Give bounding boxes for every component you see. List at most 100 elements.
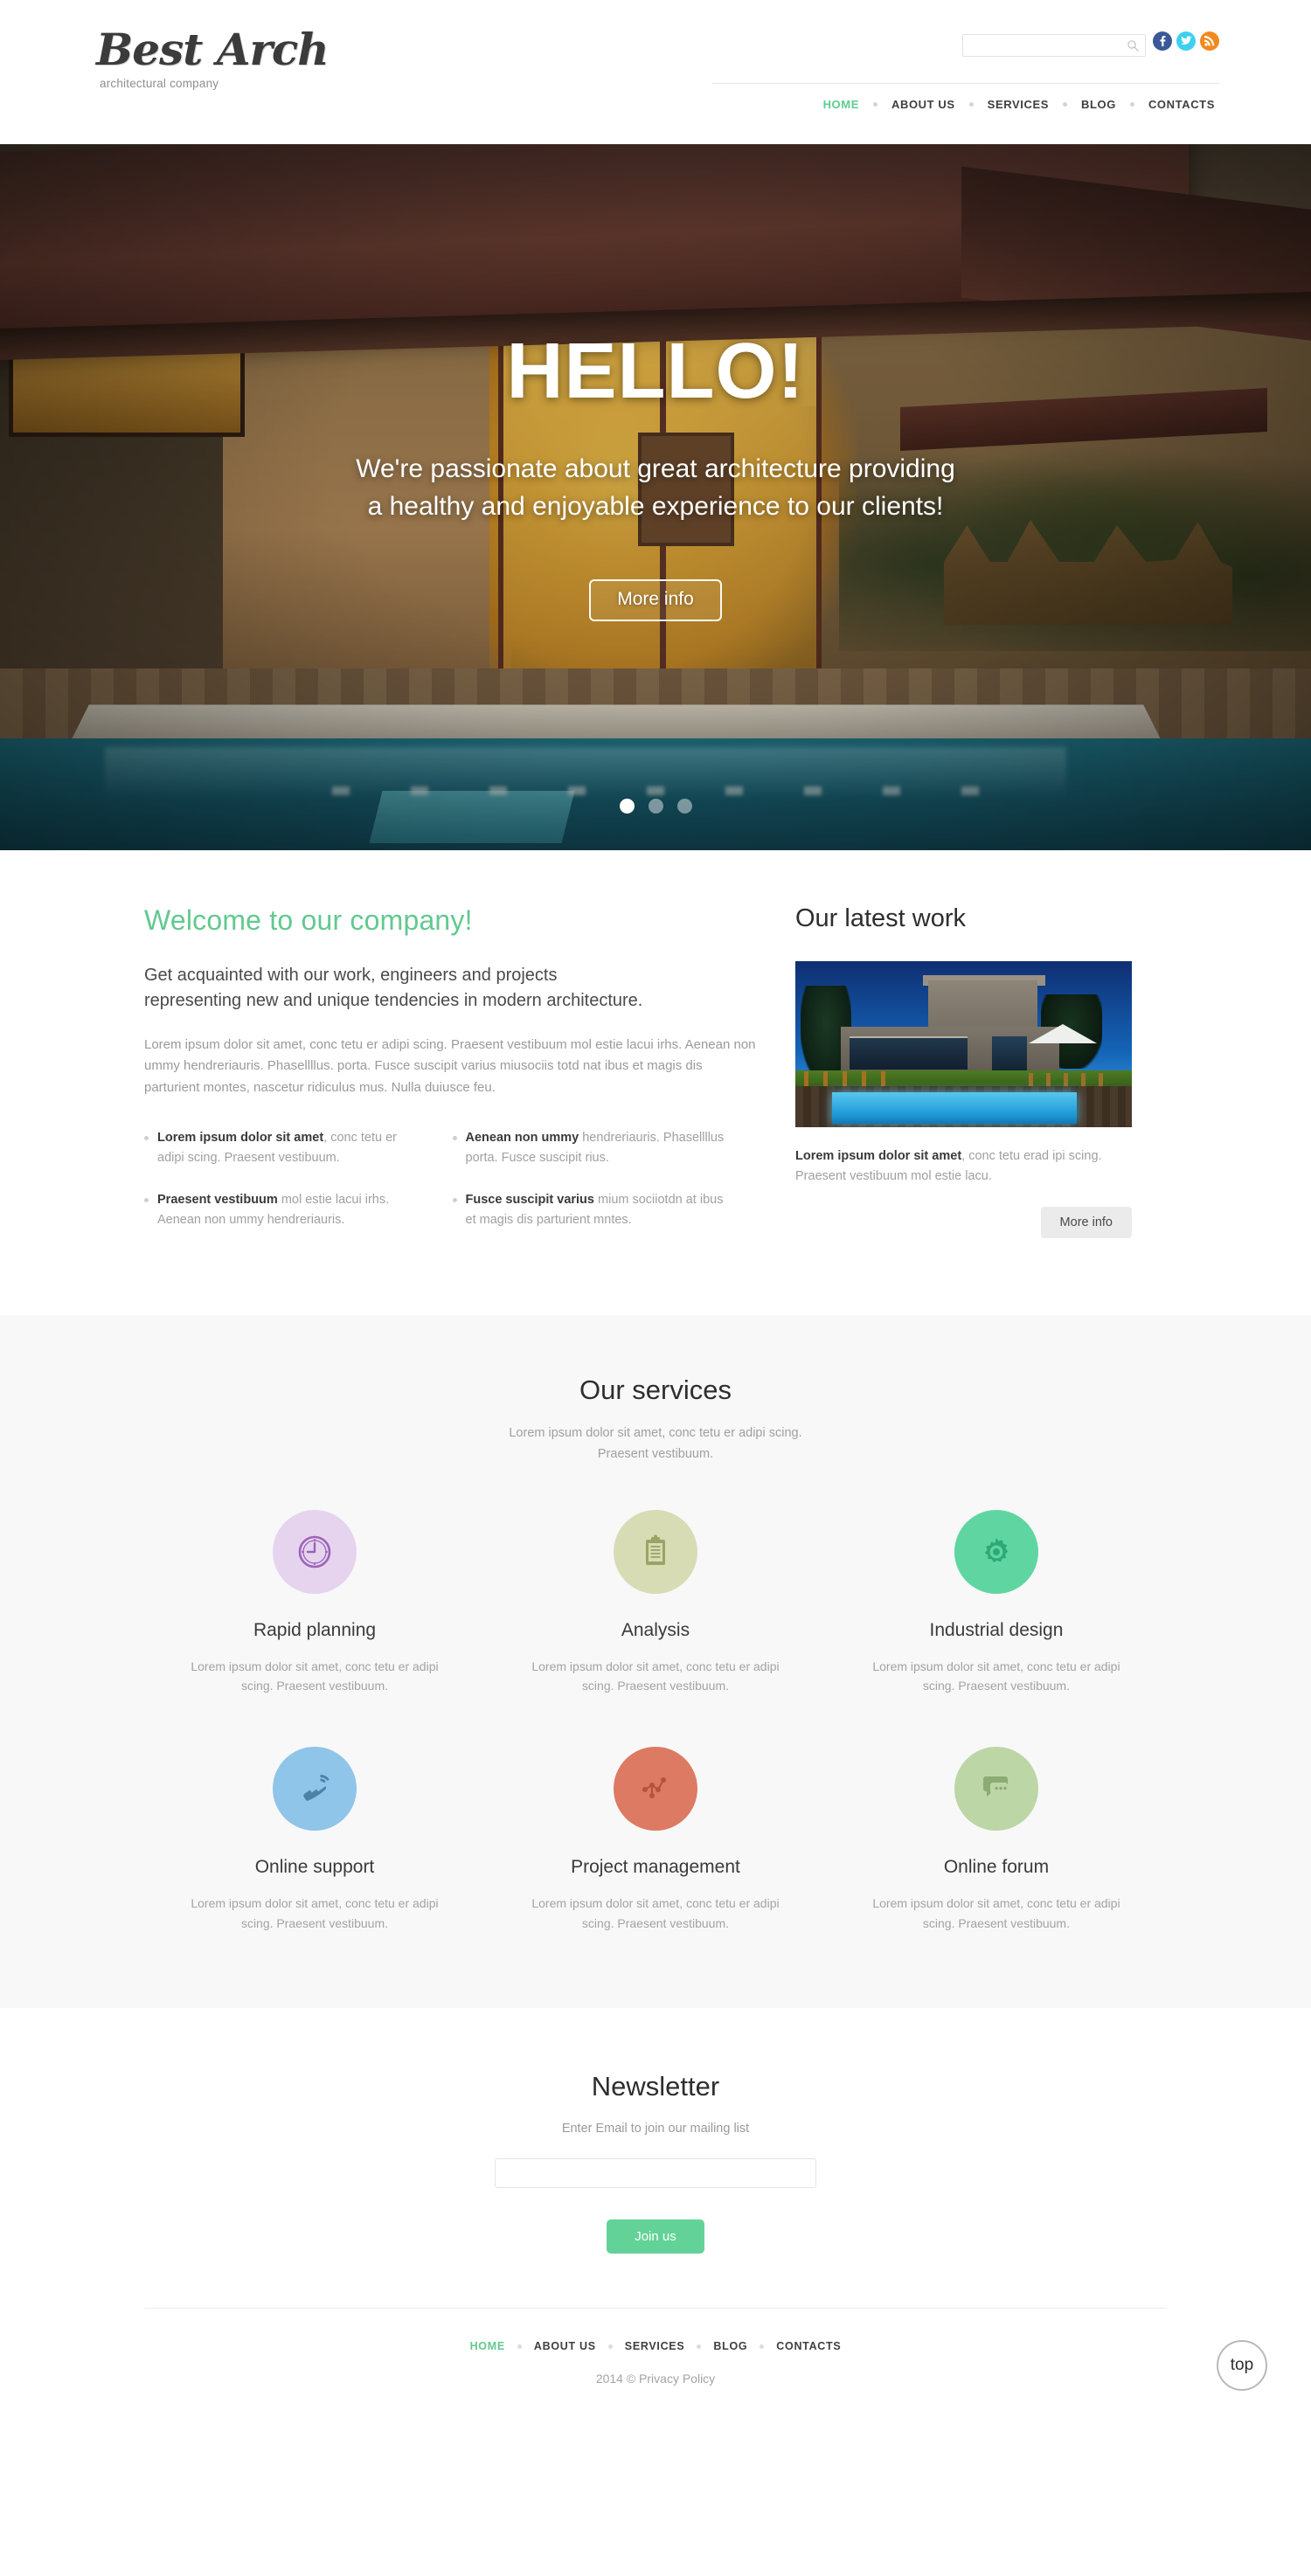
service-icon-circle — [613, 1747, 697, 1832]
service-title: Project management — [571, 1857, 740, 1878]
logo-tagline: architectural company — [100, 77, 219, 90]
main-nav: HOME ABOUT US SERVICES BLOG CONTACTS — [823, 98, 1215, 111]
nav-item-blog[interactable]: BLOG — [1081, 98, 1116, 111]
header-right: HOME ABOUT US SERVICES BLOG CONTACTS — [712, 0, 1219, 144]
bullet-bold: Lorem ipsum dolor sit amet — [157, 1130, 324, 1145]
service-card-online-support[interactable]: Online support Lorem ipsum dolor sit ame… — [144, 1747, 485, 1933]
service-description: Lorem ipsum dolor sit amet, conc tetu er… — [872, 1896, 1120, 1930]
nav-item-about-us[interactable]: ABOUT US — [891, 98, 955, 111]
hero-more-info-button[interactable]: More info — [589, 579, 722, 622]
service-card-rapid-planning[interactable]: Rapid planning Lorem ipsum dolor sit ame… — [144, 1509, 485, 1696]
newsletter-section: Newsletter Enter Email to join our maili… — [0, 2008, 1311, 2309]
service-card-analysis[interactable]: Analysis Lorem ipsum dolor sit amet, con… — [485, 1509, 826, 1696]
hero-slider: HELLO! We're passionate about great arch… — [0, 144, 1311, 850]
footer-nav-item-services[interactable]: SERVICES — [625, 2340, 685, 2352]
copyright-text: 2014 © Privacy Policy — [595, 2372, 716, 2386]
service-title: Rapid planning — [253, 1619, 377, 1640]
rss-icon[interactable] — [1200, 31, 1219, 51]
site-footer: HOME ABOUT US SERVICES BLOG CONTACTS 201… — [0, 2308, 1311, 2432]
bullet-bold: Aenean non ummy — [465, 1130, 579, 1145]
footer-nav-item-about-us[interactable]: ABOUT US — [534, 2340, 596, 2352]
bullet-bold: Praesent vestibuum — [157, 1193, 278, 1208]
nav-item-home[interactable]: HOME — [823, 98, 859, 111]
search-input[interactable] — [968, 35, 1124, 56]
footer-nav-item-home[interactable]: HOME — [470, 2340, 505, 2352]
list-item: Praesent vestibuum mol estie lacui irhs.… — [144, 1190, 453, 1229]
page-root: Best Arch architectural company HOME ABO… — [0, 0, 1311, 2432]
nav-separator-dot — [1062, 102, 1067, 107]
nav-item-contacts[interactable]: CONTACTS — [1148, 98, 1215, 111]
bullet-bold: Fusce suscipit varius — [465, 1193, 594, 1208]
clipboard-icon — [645, 1534, 665, 1565]
services-subtitle: Lorem ipsum dolor sit amet, conc tetu er… — [144, 1423, 1167, 1464]
service-card-industrial-design[interactable]: Industrial design Lorem ipsum dolor sit … — [826, 1509, 1167, 1696]
services-row-2: Online support Lorem ipsum dolor sit ame… — [144, 1747, 1167, 1933]
service-title: Industrial design — [929, 1619, 1064, 1640]
list-item: Aenean non ummy hendreriauris. Phasellll… — [452, 1128, 761, 1167]
bullet-dot-icon — [144, 1198, 149, 1203]
logo-title: Best Arch — [96, 24, 329, 75]
service-description: Lorem ipsum dolor sit amet, conc tetu er… — [872, 1658, 1120, 1693]
latest-work-more-info-button[interactable]: More info — [1040, 1206, 1132, 1238]
footer-nav-item-blog[interactable]: BLOG — [713, 2340, 747, 2352]
hero-content: HELLO! We're passionate about great arch… — [0, 144, 1311, 850]
service-icon-circle — [272, 1509, 357, 1594]
bullet-dot-icon — [452, 1135, 457, 1140]
latest-work-image[interactable] — [795, 961, 1132, 1127]
gear-icon — [984, 1537, 1009, 1562]
list-item: Fusce suscipit varius mium sociiotdn at … — [452, 1190, 761, 1229]
service-icon-circle — [613, 1509, 697, 1594]
services-subtitle-line-2: Praesent vestibuum. — [597, 1446, 714, 1461]
phone-ringing-icon — [303, 1775, 329, 1801]
latest-work-column: Our latest work Lorem ipsum dolor sit am… — [795, 904, 1132, 1252]
nav-separator-dot — [872, 102, 877, 107]
latest-work-heading: Our latest work — [795, 904, 966, 932]
header-divider — [712, 83, 1219, 84]
hero-subtitle: We're passionate about great architectur… — [356, 451, 955, 525]
search-form[interactable] — [962, 34, 1146, 57]
service-icon-circle — [954, 1747, 1038, 1832]
hero-title: HELLO! — [506, 328, 805, 415]
service-icon-circle — [954, 1509, 1038, 1594]
nav-separator-dot — [1129, 102, 1134, 107]
welcome-heading: Welcome to our company! — [144, 904, 473, 936]
hero-subtitle-line-1: We're passionate about great architectur… — [356, 454, 955, 483]
footer-nav-separator-dot — [607, 2344, 613, 2349]
services-row-1: Rapid planning Lorem ipsum dolor sit ame… — [144, 1509, 1167, 1696]
service-title: Analysis — [621, 1619, 690, 1640]
newsletter-join-button[interactable]: Join us — [607, 2219, 704, 2254]
service-card-project-management[interactable]: Project management Lorem ipsum dolor sit… — [485, 1747, 826, 1933]
nav-item-services[interactable]: SERVICES — [988, 98, 1049, 111]
services-subtitle-line-1: Lorem ipsum dolor sit amet, conc tetu er… — [509, 1426, 802, 1441]
service-description: Lorem ipsum dolor sit amet, conc tetu er… — [191, 1658, 439, 1693]
newsletter-subtitle: Enter Email to join our mailing list — [561, 2122, 750, 2136]
search-box[interactable] — [962, 34, 1146, 57]
hero-subtitle-line-2: a healthy and enjoyable experience to ou… — [367, 491, 944, 521]
footer-nav-item-contacts[interactable]: CONTACTS — [776, 2340, 841, 2352]
footer-nav: HOME ABOUT US SERVICES BLOG CONTACTS — [0, 2340, 1311, 2352]
service-card-online-forum[interactable]: Online forum Lorem ipsum dolor sit amet,… — [826, 1747, 1167, 1933]
service-icon-circle — [272, 1747, 357, 1832]
back-to-top-button[interactable]: top — [1217, 2340, 1267, 2392]
welcome-lead: Get acquainted with our work, engineers … — [144, 963, 760, 1014]
welcome-bullet-list: Lorem ipsum dolor sit amet, conc tetu er… — [144, 1128, 760, 1252]
twitter-icon[interactable] — [1176, 31, 1196, 51]
welcome-column: Welcome to our company! Get acquainted w… — [144, 904, 795, 1252]
footer-nav-separator-dot — [760, 2344, 765, 2349]
service-title: Online support — [254, 1857, 375, 1878]
latest-work-caption-bold: Lorem ipsum dolor sit amet — [795, 1149, 962, 1163]
service-description: Lorem ipsum dolor sit amet, conc tetu er… — [531, 1658, 780, 1693]
search-icon[interactable] — [1127, 39, 1140, 52]
service-title: Online forum — [943, 1857, 1050, 1878]
list-item: Lorem ipsum dolor sit amet, conc tetu er… — [144, 1128, 453, 1167]
nav-separator-dot — [968, 102, 974, 107]
network-nodes-icon — [642, 1777, 666, 1799]
service-description: Lorem ipsum dolor sit amet, conc tetu er… — [191, 1896, 439, 1930]
site-logo[interactable]: Best Arch architectural company — [96, 24, 329, 91]
services-section: Our services Lorem ipsum dolor sit amet,… — [0, 1315, 1311, 2009]
newsletter-email-input[interactable] — [495, 2158, 816, 2189]
footer-nav-separator-dot — [517, 2344, 522, 2349]
welcome-lead-line-2: representing new and unique tendencies i… — [144, 991, 643, 1010]
facebook-icon[interactable] — [1153, 31, 1172, 51]
service-description: Lorem ipsum dolor sit amet, conc tetu er… — [531, 1896, 780, 1930]
